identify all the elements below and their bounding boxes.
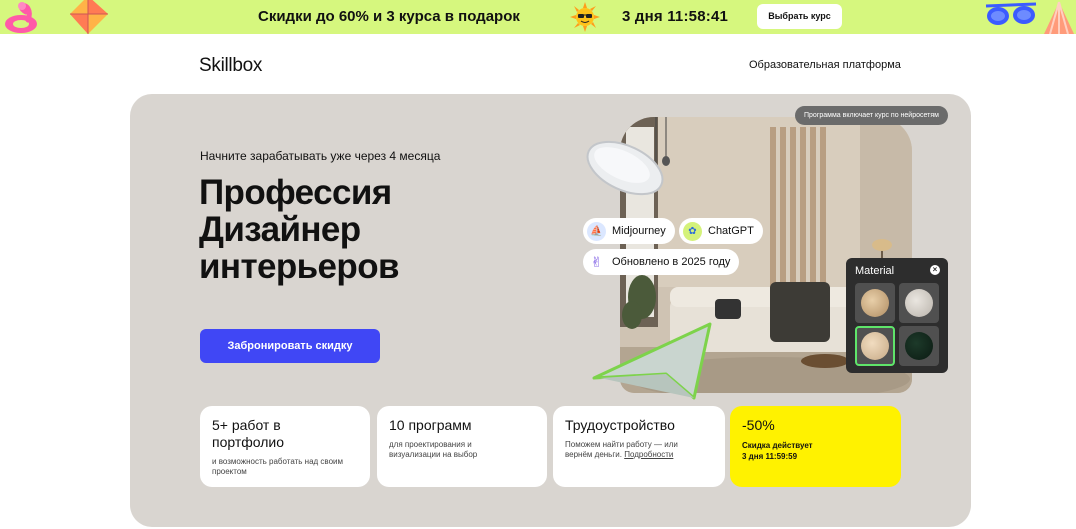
hero-title-line: Дизайнер xyxy=(199,210,361,249)
hero-title: Профессия Дизайнер интерьеров xyxy=(199,173,400,286)
chip-label: Midjourney xyxy=(612,225,666,237)
close-icon[interactable]: × xyxy=(930,265,940,275)
card-description: и возможность работать над своим проекто… xyxy=(212,457,344,476)
neural-networks-badge: Программа включает курс по нейросетям xyxy=(795,106,948,125)
promo-text: Скидки до 60% и 3 курса в подарок xyxy=(258,8,520,25)
card-title: -50% xyxy=(742,417,775,433)
material-title: Material xyxy=(855,265,895,277)
discount-note: Скидка действует xyxy=(742,441,813,450)
chip-label: Обновлено в 2025 году xyxy=(612,256,731,268)
card-description: для проектирования и визуализации на выб… xyxy=(389,440,478,459)
hero-title-line: Профессия xyxy=(199,173,392,212)
skillbox-logo[interactable]: Skillbox xyxy=(199,55,262,77)
chatgpt-icon: ✿ xyxy=(683,221,702,241)
book-discount-button[interactable]: Забронировать скидку xyxy=(200,329,380,363)
promo-timer: 3 дня 11:58:41 xyxy=(622,8,729,25)
hero-title-line: интерьеров xyxy=(199,247,400,286)
chip-label: ChatGPT xyxy=(708,225,754,237)
feature-card-employment: Трудоустройство Поможем найти работу — и… xyxy=(553,406,725,487)
choose-course-button[interactable]: Выбрать курс xyxy=(757,4,842,29)
glass-disc-decoration xyxy=(586,140,664,196)
platform-tagline: Образовательная платформа xyxy=(749,59,901,71)
updated-2025-chip: ✌ Обновлено в 2025 году xyxy=(583,249,740,275)
flamingo-float-icon xyxy=(5,2,37,33)
cursor-arrow-decoration xyxy=(592,322,712,400)
seashell-icon xyxy=(1044,1,1074,34)
card-title: 10 программ xyxy=(389,417,472,433)
material-swatch[interactable] xyxy=(899,283,939,323)
card-title: Трудоустройство xyxy=(565,417,675,433)
feature-card-discount: -50% Скидка действует 3 дня 11:59:59 xyxy=(730,406,901,487)
material-swatch-selected[interactable] xyxy=(855,326,895,366)
details-link[interactable]: Подробности xyxy=(624,450,673,459)
card-description: Поможем найти работу — или вернём деньги… xyxy=(565,440,705,460)
hero-section: Начните зарабатывать уже через 4 месяца … xyxy=(130,94,971,527)
card-title: 5+ работ в портфолио xyxy=(212,417,285,450)
victory-hand-icon: ✌ xyxy=(587,252,606,272)
hero-subtitle: Начните зарабатывать уже через 4 месяца xyxy=(200,149,441,163)
kite-icon xyxy=(70,0,108,34)
sunglasses-icon xyxy=(985,2,1037,25)
midjourney-chip: ⛵ Midjourney xyxy=(583,218,675,244)
promo-banner: Скидки до 60% и 3 курса в подарок 3 дня … xyxy=(0,0,1076,34)
material-swatch[interactable] xyxy=(899,326,939,366)
feature-card-portfolio: 5+ работ в портфолио и возможность работ… xyxy=(200,406,370,487)
midjourney-icon: ⛵ xyxy=(587,221,606,241)
material-swatch[interactable] xyxy=(855,283,895,323)
material-panel: Material × xyxy=(846,258,948,373)
sun-with-sunglasses-icon xyxy=(570,2,600,32)
discount-timer: 3 дня 11:59:59 xyxy=(742,452,798,461)
feature-card-programs: 10 программ для проектирования и визуали… xyxy=(377,406,547,487)
chatgpt-chip: ✿ ChatGPT xyxy=(679,218,763,244)
